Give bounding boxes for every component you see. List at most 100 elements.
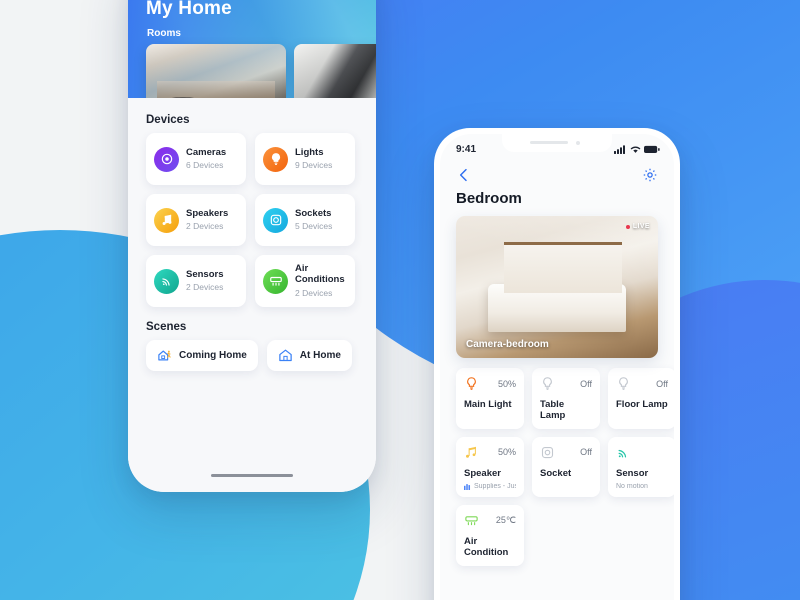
device-notch [502,134,612,152]
camera-icon [154,146,179,172]
control-card-socket[interactable]: Off Socket [532,436,600,497]
control-card-speaker[interactable]: 50% Speaker Supplies - Jus [456,436,524,497]
control-card-value: Off [580,447,592,458]
devices-section: Devices Cameras 6 Devices Lights 9 Devic… [128,114,376,307]
home-walking-icon [157,348,172,363]
home-icon [278,348,293,363]
rooms-section-label: Rooms [147,28,181,39]
wifi-icon [630,145,641,154]
room-photo [146,44,286,98]
page-title: My Home [146,0,232,19]
control-card-label: Floor Lamp [616,399,668,410]
live-badge-label: LIVE [632,223,650,230]
page-title: Bedroom [456,190,522,207]
control-card-label: Air Condition [464,535,509,558]
scene-card-label: At Home [299,350,341,361]
gear-icon[interactable] [642,167,658,183]
room-photo [294,44,376,98]
device-card-label: Cameras [186,146,227,158]
control-card-main-light[interactable]: 50% Main Light [456,368,524,429]
scene-card-label: Coming Home [179,350,247,361]
signal-wave-icon [616,445,631,460]
control-card-air-condition[interactable]: 25℃ Air Condition [456,504,524,566]
live-dot-icon [625,224,630,229]
control-card-table-lamp[interactable]: Off Table Lamp [532,368,600,429]
device-card-lights[interactable]: Lights 9 Devices [255,133,355,185]
status-bar-clock: 9:41 [456,143,477,155]
home-screen: My Home Rooms Living Room Kitchen Device… [128,0,376,492]
scenes-section: Scenes Coming Home At Home [128,321,376,371]
control-card-label: Main Light [464,399,512,410]
status-bar-icons [614,144,660,154]
battery-icon [644,145,660,154]
device-card-label: Air Conditions [295,263,345,285]
equalizer-icon [464,483,471,490]
scene-card-at-home[interactable]: At Home [266,340,352,371]
device-card-count: 5 Devices [295,221,333,232]
camera-feed-image [456,216,658,358]
control-card-subtitle-row: No motion [616,483,668,490]
control-card-subtitle: Supplies - Jus [474,482,516,490]
scenes-list: Coming Home At Home [146,340,376,371]
device-card-air-conditions[interactable]: Air Conditions 2 Devices [255,255,355,307]
room-card-kitchen[interactable]: Kitchen [294,44,376,98]
device-card-label: Speakers [186,207,229,219]
control-card-value: 25℃ [495,514,516,525]
device-card-sensors[interactable]: Sensors 2 Devices [146,255,246,307]
device-card-label: Sockets [295,207,332,219]
front-camera [576,140,580,145]
air-conditioner-icon [464,513,479,528]
camera-feed-card[interactable]: LIVE Camera-bedroom [456,216,658,358]
chevron-left-icon[interactable] [456,167,472,183]
control-card-label: Speaker [464,467,501,479]
device-card-label: Lights [295,146,324,158]
status-badge: LIVE [625,223,650,230]
scenes-section-title: Scenes [146,321,187,333]
device-card-count: 6 Devices [186,160,224,171]
earpiece-speaker [530,141,568,144]
bulb-icon [464,376,479,391]
phone-left: My Home Rooms Living Room Kitchen Device… [128,0,376,492]
control-card-label: Sensor [616,467,649,479]
bulb-icon [540,376,555,391]
control-card-value: Off [580,378,592,389]
nav-bar [440,160,674,186]
scene-card-coming-home[interactable]: Coming Home [146,340,258,371]
signal-wave-icon [154,268,179,294]
device-controls-grid: 50% Main Light Off Table Lamp Off Floor … [456,368,674,566]
device-card-count: 2 Devices [186,221,224,232]
bulb-icon [616,376,631,391]
control-card-value: 50% [497,447,516,458]
air-conditioner-icon [263,268,288,294]
socket-icon [540,445,555,460]
control-card-label: Table Lamp [540,399,566,421]
control-card-value: 50% [497,378,516,389]
phone-right: 9:41 Bedroom LIVE Camera-bedroom 50% Mai… [434,128,680,600]
socket-icon [263,207,288,233]
control-card-floor-lamp[interactable]: Off Floor Lamp [608,368,674,429]
camera-feed-label: Camera-bedroom [466,339,549,350]
devices-grid: Cameras 6 Devices Lights 9 Devices Speak… [146,133,376,307]
control-card-sensor[interactable]: Sensor No motion [608,436,674,497]
home-indicator[interactable] [211,474,293,477]
room-card-living-room[interactable]: Living Room [146,44,286,98]
device-card-cameras[interactable]: Cameras 6 Devices [146,133,246,185]
control-card-subtitle-row: Supplies - Jus [464,483,516,490]
room-detail-screen: 9:41 Bedroom LIVE Camera-bedroom 50% Mai… [440,134,674,600]
device-card-count: 9 Devices [295,160,333,171]
devices-section-title: Devices [146,114,190,126]
bulb-icon [263,146,288,172]
music-note-icon [154,207,179,233]
rooms-list: Living Room Kitchen [146,44,376,98]
music-note-icon [464,445,479,460]
screenshot-canvas: My Home Rooms Living Room Kitchen Device… [0,0,800,600]
home-header: My Home Rooms Living Room Kitchen [128,0,376,98]
control-card-value: Off [656,378,668,389]
control-card-label: Socket [540,467,572,479]
device-card-count: 2 Devices [295,287,333,298]
cellular-signal-icon [614,144,627,154]
device-card-count: 2 Devices [186,282,224,293]
device-card-sockets[interactable]: Sockets 5 Devices [255,194,355,246]
device-card-label: Sensors [186,268,224,280]
device-card-speakers[interactable]: Speakers 2 Devices [146,194,246,246]
